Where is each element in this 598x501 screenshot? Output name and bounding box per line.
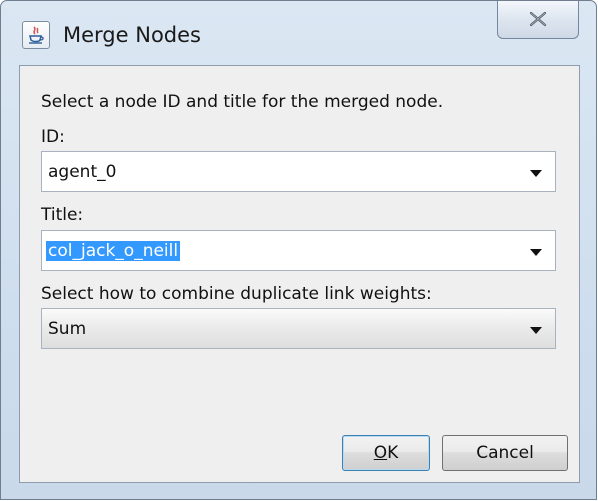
ok-button[interactable]: OK <box>342 435 430 471</box>
close-icon <box>529 11 547 27</box>
id-label: ID: <box>41 127 65 147</box>
window-title: Merge Nodes <box>63 23 201 47</box>
java-icon <box>22 21 50 49</box>
combine-weights-select[interactable]: Sum <box>41 308 556 349</box>
merge-nodes-dialog: Merge Nodes Select a node ID and title f… <box>0 0 597 500</box>
id-combobox[interactable]: agent_0 <box>41 151 556 192</box>
chevron-down-icon[interactable] <box>530 249 542 256</box>
chevron-down-icon[interactable] <box>530 327 542 334</box>
close-button[interactable] <box>497 1 579 39</box>
title-label: Title: <box>41 205 84 225</box>
cancel-button[interactable]: Cancel <box>442 435 568 471</box>
instruction-text: Select a node ID and title for the merge… <box>41 92 444 112</box>
dialog-content: Select a node ID and title for the merge… <box>19 65 580 483</box>
id-combobox-value[interactable]: agent_0 <box>48 162 116 182</box>
title-combobox-value[interactable]: col_jack_o_neill <box>46 241 181 261</box>
title-bar[interactable]: Merge Nodes <box>1 1 596 65</box>
ok-mnemonic: O <box>373 443 388 463</box>
chevron-down-icon[interactable] <box>530 170 542 177</box>
title-combobox[interactable]: col_jack_o_neill <box>41 230 556 271</box>
combine-weights-label: Select how to combine duplicate link wei… <box>41 284 432 304</box>
ok-label: K <box>387 443 399 463</box>
combine-weights-value[interactable]: Sum <box>48 319 86 339</box>
